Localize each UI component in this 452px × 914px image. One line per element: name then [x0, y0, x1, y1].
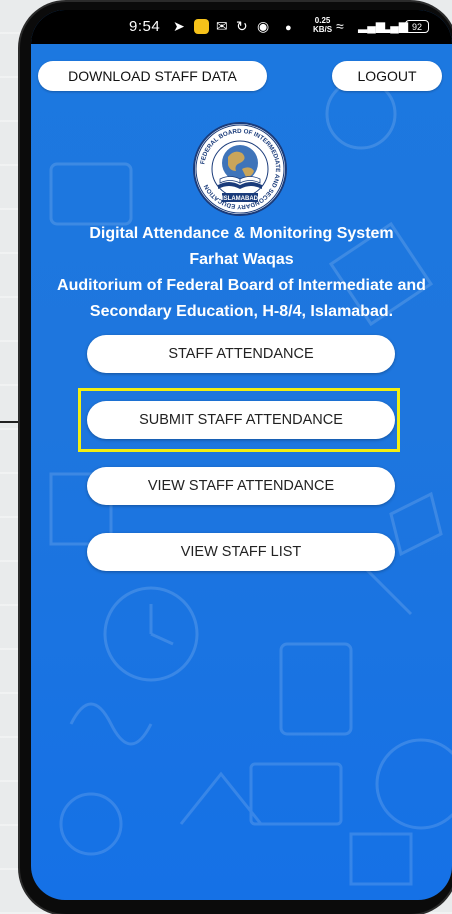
- submit-staff-attendance-button[interactable]: SUBMIT STAFF ATTENDANCE: [87, 401, 395, 439]
- view-staff-list-button[interactable]: VIEW STAFF LIST: [87, 533, 395, 571]
- staff-attendance-button[interactable]: STAFF ATTENDANCE: [87, 335, 395, 373]
- logout-button[interactable]: LOGOUT: [332, 61, 442, 91]
- send-icon: ➤: [173, 18, 185, 34]
- record-icon: ◉: [257, 18, 270, 34]
- fbise-logo: FEDERAL BOARD OF INTERMEDIATE AND SECOND…: [193, 122, 287, 216]
- battery-icon: 92: [405, 20, 429, 33]
- view-staff-attendance-button[interactable]: VIEW STAFF ATTENDANCE: [87, 467, 395, 505]
- more-notifications-dot-icon: ●: [285, 22, 292, 34]
- status-time: 9:54: [129, 18, 161, 35]
- status-bar: 9:54 ➤ ✉ ↻ ◉ ● 0.25 KB/S ≈ ▂▄▆ ▂▄▆ 92: [31, 10, 452, 44]
- venue-line-1: Auditorium of Federal Board of Intermedi…: [57, 277, 426, 294]
- logo-city-text: ISLAMABAD: [222, 196, 259, 202]
- system-title: Digital Attendance & Monitoring System: [89, 225, 394, 242]
- network-speed-value: 0.25: [314, 16, 331, 25]
- app-screen: 9:54 ➤ ✉ ↻ ◉ ● 0.25 KB/S ≈ ▂▄▆ ▂▄▆ 92 DO…: [31, 10, 452, 900]
- signal-icon: ▂▄▆: [381, 19, 408, 33]
- sync-icon: ↻: [236, 18, 248, 34]
- network-speed: 0.25 KB/S: [313, 16, 332, 34]
- network-speed-unit: KB/S: [313, 25, 333, 34]
- download-staff-data-button[interactable]: DOWNLOAD STAFF DATA: [38, 61, 267, 91]
- venue-line-2: Secondary Education, H-8/4, Islamabad.: [89, 303, 394, 320]
- message-icon: ✉: [216, 18, 228, 34]
- user-name: Farhat Waqas: [189, 251, 294, 268]
- wifi-icon: ≈: [336, 18, 344, 34]
- app-notification-icon: [194, 19, 209, 34]
